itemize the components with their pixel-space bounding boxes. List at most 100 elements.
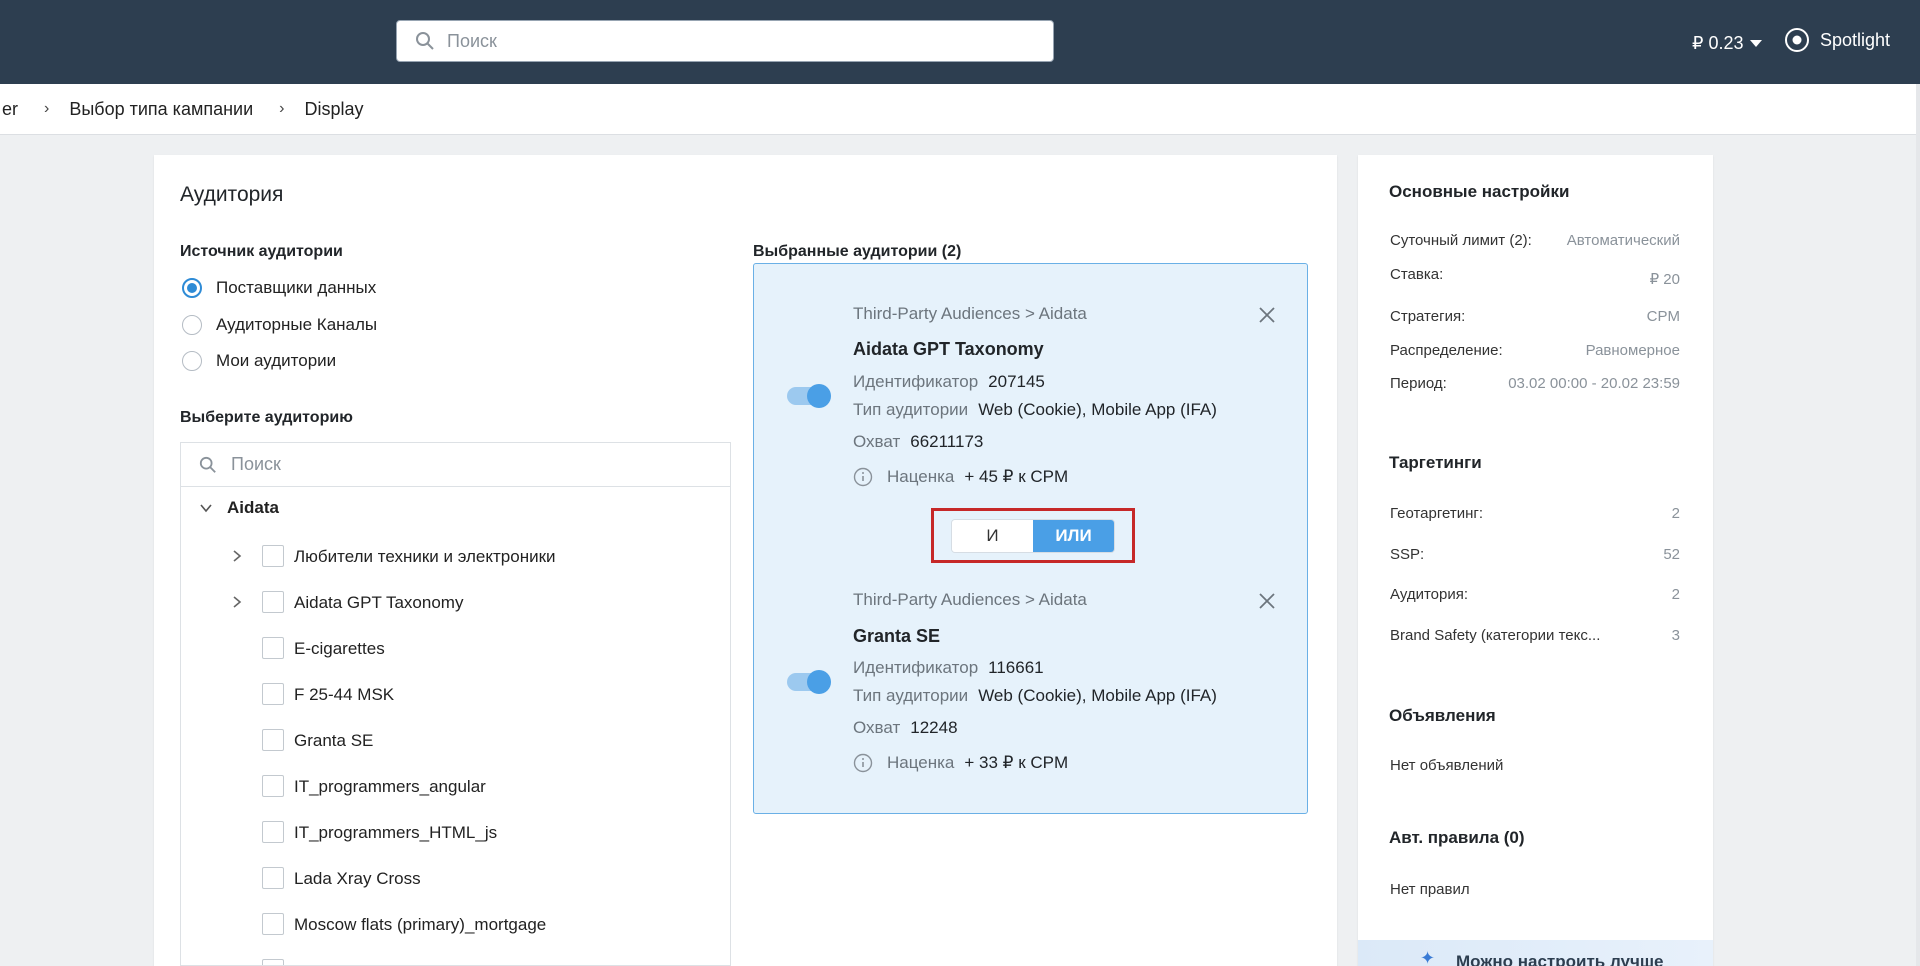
caret-down-icon [1749, 40, 1762, 47]
checkbox[interactable] [262, 959, 284, 965]
checkbox[interactable] [262, 867, 284, 889]
row-value: 2 [1671, 505, 1680, 522]
item-label: IT_programmers_angular [294, 777, 486, 796]
reach-label: Охват [853, 432, 901, 451]
source-radio-my[interactable]: Мои аудитории [182, 351, 336, 371]
chevron-down-icon [200, 504, 212, 513]
checkbox[interactable] [262, 775, 284, 797]
row-key: Brand Safety (категории текс... [1390, 627, 1601, 644]
summary-row[interactable]: Аудитория: 2 [1390, 586, 1680, 603]
close-icon[interactable] [1256, 304, 1278, 326]
summary-row[interactable]: SSP: 52 [1390, 546, 1680, 563]
reach-label: Охват [853, 718, 901, 737]
row-key: Суточный лимит (2): [1390, 232, 1532, 249]
chevron-right-icon[interactable] [230, 593, 244, 611]
checkbox[interactable] [262, 591, 284, 613]
group-aidata[interactable]: Aidata [199, 498, 279, 518]
logic-and-button[interactable]: И [952, 519, 1033, 552]
radio-unchecked[interactable] [182, 351, 202, 371]
audience-toggle[interactable] [787, 384, 831, 408]
checkbox[interactable] [262, 821, 284, 843]
breadcrumb-item-1[interactable]: Выбор типа кампании [67, 99, 255, 120]
source-label-2: Мои аудитории [216, 351, 337, 370]
row-value: ₽ 20 [1649, 271, 1680, 288]
breadcrumb: er › Выбор типа кампании › Display [0, 84, 1916, 135]
targeting-title: Таргетинги [1389, 453, 1482, 472]
list-item: Aidata GPT Taxonomy [181, 588, 721, 618]
item-label: Granta SE [294, 731, 374, 750]
audience-list: Aidata Любители техники и электроники Ai… [180, 442, 731, 966]
audience-markup-row: Наценка + 45 ₽ к CPM [853, 467, 1068, 487]
id-value: 116661 [988, 658, 1044, 677]
search-icon [416, 32, 434, 50]
audience-name: Aidata GPT Taxonomy [853, 339, 1044, 359]
source-label: Источник аудитории [180, 243, 343, 260]
checkbox[interactable] [262, 913, 284, 935]
reach-value: 12248 [910, 718, 958, 737]
selected-audiences-box: Third-Party Audiences > Aidata Aidata GP… [753, 263, 1308, 814]
promo-banner[interactable]: ✦ Можно настроить лучше [1358, 940, 1713, 966]
radio-unchecked[interactable] [182, 315, 202, 335]
chevron-right-icon[interactable] [230, 547, 244, 565]
rules-title: Авт. правила (0) [1389, 828, 1525, 847]
row-value: 03.02 00:00 - 20.02 23:59 [1508, 375, 1680, 392]
id-label: Идентификатор [853, 372, 979, 391]
row-value: CPM [1646, 308, 1680, 325]
info-icon[interactable] [853, 753, 873, 773]
list-item: E-cigarettes [181, 634, 721, 664]
ads-title: Объявления [1389, 706, 1496, 725]
audience-id-row: Идентификатор 207145 [853, 372, 1045, 392]
summary-row[interactable]: Brand Safety (категории текс... 3 [1390, 627, 1680, 644]
promo-text: Можно настроить лучше [1456, 952, 1664, 966]
list-search-input[interactable] [231, 454, 681, 475]
type-label: Тип аудитории [853, 400, 969, 419]
markup-label: Наценка [887, 467, 955, 486]
item-label: E-cigarettes [294, 639, 385, 658]
list-item: IT_programmers_angular [181, 772, 721, 802]
type-value: Web (Cookie), Mobile App (IFA) [978, 400, 1217, 419]
breadcrumb-item-2: Display [304, 98, 364, 119]
chevron-right-icon: › [279, 100, 285, 117]
item-label: Lada Xray Cross [294, 869, 421, 888]
summary-row: Период: 03.02 00:00 - 20.02 23:59 [1390, 375, 1680, 392]
row-key: Период: [1390, 375, 1447, 392]
top-search[interactable] [396, 20, 1054, 62]
sparkle-icon: ✦ [1420, 948, 1436, 966]
markup-value: + 33 ₽ к CPM [964, 753, 1069, 772]
source-radio-providers[interactable]: Поставщики данных [182, 278, 376, 298]
audience-id-row: Идентификатор 116661 [853, 658, 1044, 678]
row-key: Распределение: [1390, 342, 1503, 359]
id-label: Идентификатор [853, 658, 979, 677]
radio-checked[interactable] [182, 278, 202, 298]
top-search-input[interactable] [447, 30, 1007, 52]
row-key: Стратегия: [1390, 308, 1466, 325]
balance-dropdown[interactable]: ₽ 0.23 [1692, 33, 1762, 54]
close-icon[interactable] [1256, 590, 1278, 612]
checkbox[interactable] [262, 545, 284, 567]
list-item: F 25-44 MSK [181, 680, 721, 710]
list-item: Lada Xray Cross [181, 864, 721, 894]
checkbox[interactable] [262, 683, 284, 705]
item-label: IT_programmers_HTML_js [294, 823, 498, 842]
page-scrollbar[interactable] [1916, 84, 1920, 966]
spotlight-button[interactable]: Spotlight [1784, 27, 1890, 53]
summary-row: Ставка: ₽ 20 [1390, 266, 1680, 288]
list-item [181, 956, 721, 965]
summary-row[interactable]: Геотаргетинг: 2 [1390, 505, 1680, 522]
audience-toggle[interactable] [787, 670, 831, 694]
row-key: SSP: [1390, 546, 1425, 563]
breadcrumb-item-0[interactable]: er [0, 99, 20, 120]
source-radio-channels[interactable]: Аудиторные Каналы [182, 315, 377, 335]
row-value: Автоматический [1566, 232, 1680, 249]
info-icon[interactable] [853, 467, 873, 487]
list-search[interactable] [181, 443, 730, 487]
selected-audiences-label: Выбранные аудитории (2) [753, 243, 962, 260]
item-label: Moscow flats (primary)_mortgage [294, 915, 547, 934]
main-settings-title: Основные настройки [1389, 182, 1570, 201]
checkbox[interactable] [262, 729, 284, 751]
row-key: Геотаргетинг: [1390, 505, 1484, 522]
logic-or-button[interactable]: ИЛИ [1033, 519, 1114, 552]
checkbox[interactable] [262, 637, 284, 659]
type-value: Web (Cookie), Mobile App (IFA) [978, 686, 1217, 705]
summary-sidebar: Основные настройки Суточный лимит (2): Ав… [1358, 155, 1713, 966]
